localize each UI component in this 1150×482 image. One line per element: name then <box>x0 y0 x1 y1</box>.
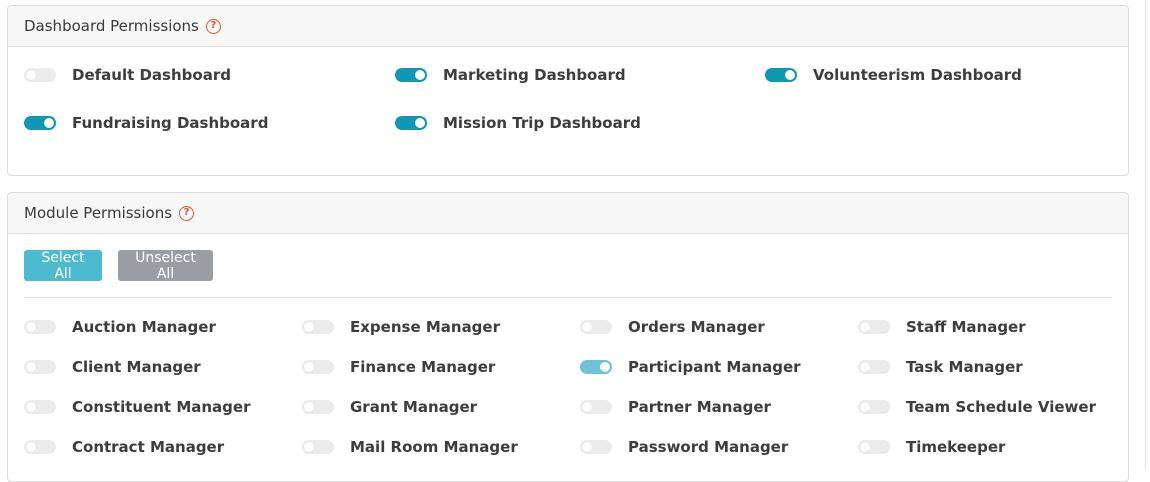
toggle-label: Staff Manager <box>906 318 1026 336</box>
toggle-switch[interactable] <box>302 400 334 414</box>
module-item-client-manager[interactable]: Client Manager <box>24 357 201 377</box>
dashboard-permissions-title: Dashboard Permissions <box>24 17 199 35</box>
toggle-label: Password Manager <box>628 438 789 456</box>
toggle-switch[interactable] <box>580 320 612 334</box>
dashboard-item-marketing[interactable]: Marketing Dashboard <box>395 65 626 85</box>
toggle-label: Marketing Dashboard <box>443 66 626 84</box>
toggle-switch[interactable] <box>580 400 612 414</box>
dashboard-permissions-header: Dashboard Permissions ? <box>8 6 1128 47</box>
dashboard-item-volunteerism[interactable]: Volunteerism Dashboard <box>765 65 1022 85</box>
module-item-finance-manager[interactable]: Finance Manager <box>302 357 495 377</box>
toggle-switch[interactable] <box>24 320 56 334</box>
module-item-team-schedule-viewer[interactable]: Team Schedule Viewer <box>858 397 1096 417</box>
toggle-switch[interactable] <box>24 400 56 414</box>
toggle-switch[interactable] <box>580 360 612 374</box>
toggle-label: Team Schedule Viewer <box>906 398 1096 416</box>
toggle-switch[interactable] <box>395 68 427 82</box>
toggle-label: Client Manager <box>72 358 201 376</box>
toggle-label: Grant Manager <box>350 398 478 416</box>
module-item-participant-manager[interactable]: Participant Manager <box>580 357 801 377</box>
dashboard-permissions-panel: Dashboard Permissions ? Default Dashboar… <box>7 5 1129 176</box>
toggle-switch[interactable] <box>858 440 890 454</box>
dashboard-item-fundraising[interactable]: Fundraising Dashboard <box>24 113 268 133</box>
module-item-grant-manager[interactable]: Grant Manager <box>302 397 477 417</box>
divider <box>24 297 1112 298</box>
module-item-contract-manager[interactable]: Contract Manager <box>24 437 224 457</box>
module-item-expense-manager[interactable]: Expense Manager <box>302 317 500 337</box>
toggle-label: Mission Trip Dashboard <box>443 114 641 132</box>
toggle-switch[interactable] <box>395 116 427 130</box>
toggle-switch[interactable] <box>302 320 334 334</box>
toggle-label: Timekeeper <box>906 438 1006 456</box>
module-item-timekeeper[interactable]: Timekeeper <box>858 437 1005 457</box>
module-item-constituent-manager[interactable]: Constituent Manager <box>24 397 250 417</box>
toggle-label: Auction Manager <box>72 318 216 336</box>
toggle-switch[interactable] <box>302 360 334 374</box>
module-item-task-manager[interactable]: Task Manager <box>858 357 1023 377</box>
toggle-label: Mail Room Manager <box>350 438 518 456</box>
toggle-switch[interactable] <box>24 360 56 374</box>
question-circle-icon[interactable]: ? <box>179 205 195 221</box>
dashboard-item-default[interactable]: Default Dashboard <box>24 65 231 85</box>
module-permissions-title: Module Permissions <box>24 204 173 222</box>
toggle-label: Default Dashboard <box>72 66 231 84</box>
module-item-staff-manager[interactable]: Staff Manager <box>858 317 1026 337</box>
module-item-orders-manager[interactable]: Orders Manager <box>580 317 765 337</box>
toggle-switch[interactable] <box>24 68 56 82</box>
toggle-label: Expense Manager <box>350 318 500 336</box>
module-permissions-header: Module Permissions ? <box>8 193 1128 234</box>
scrollbar-track[interactable] <box>1145 0 1146 470</box>
toggle-label: Partner Manager <box>628 398 771 416</box>
toggle-switch[interactable] <box>580 440 612 454</box>
toggle-label: Contract Manager <box>72 438 225 456</box>
select-all-button[interactable]: Select All <box>24 250 102 282</box>
module-item-auction-manager[interactable]: Auction Manager <box>24 317 216 337</box>
module-item-mail-room-manager[interactable]: Mail Room Manager <box>302 437 518 457</box>
toggle-switch[interactable] <box>24 440 56 454</box>
toggle-label: Participant Manager <box>628 358 801 376</box>
question-circle-icon[interactable]: ? <box>205 18 221 34</box>
toggle-label: Task Manager <box>906 358 1023 376</box>
toggle-switch[interactable] <box>765 68 797 82</box>
unselect-all-button[interactable]: Unselect All <box>118 250 213 282</box>
dashboard-item-mission-trip[interactable]: Mission Trip Dashboard <box>395 113 641 133</box>
toggle-label: Volunteerism Dashboard <box>813 66 1022 84</box>
toggle-switch[interactable] <box>302 440 334 454</box>
toggle-label: Finance Manager <box>350 358 496 376</box>
toggle-switch[interactable] <box>24 116 56 130</box>
toggle-label: Fundraising Dashboard <box>72 114 269 132</box>
toggle-label: Constituent Manager <box>72 398 251 416</box>
toggle-label: Orders Manager <box>628 318 765 336</box>
toggle-switch[interactable] <box>858 360 890 374</box>
module-item-password-manager[interactable]: Password Manager <box>580 437 788 457</box>
toggle-switch[interactable] <box>858 320 890 334</box>
module-item-partner-manager[interactable]: Partner Manager <box>580 397 771 417</box>
module-permissions-panel: Module Permissions ? Select All Unselect… <box>7 192 1129 482</box>
toggle-switch[interactable] <box>858 400 890 414</box>
